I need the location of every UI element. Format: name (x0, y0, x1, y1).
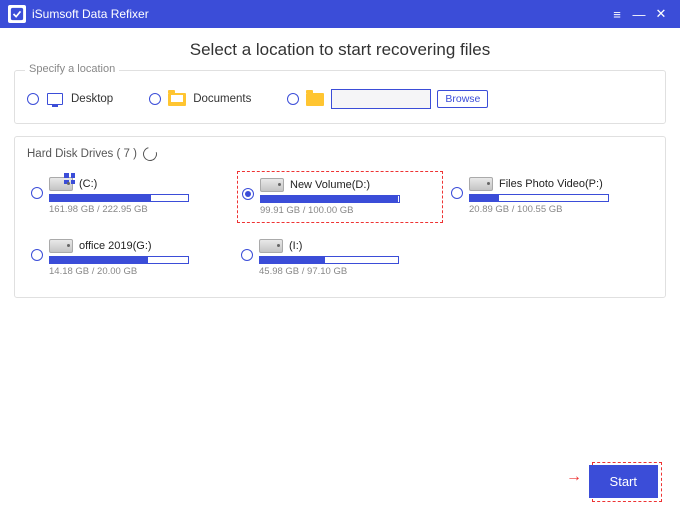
desktop-label: Desktop (71, 93, 113, 105)
drives-panel: Hard Disk Drives ( 7 ) (C:) 161.98 GB / … (14, 136, 666, 298)
titlebar: iSumsoft Data Refixer ≡ — ✕ (0, 0, 680, 28)
radio-icon (31, 249, 43, 261)
capacity-bar (260, 195, 400, 203)
drive-item[interactable]: office 2019(G:) 14.18 GB / 20.00 GB (27, 233, 233, 283)
drive-item[interactable]: New Volume(D:) 99.91 GB / 100.00 GB (237, 171, 443, 223)
monitor-icon (45, 91, 65, 107)
drive-item[interactable]: (I:) 45.98 GB / 97.10 GB (237, 233, 443, 283)
drive-size: 14.18 GB / 20.00 GB (49, 266, 229, 277)
drive-name: (C:) (79, 178, 97, 190)
start-button[interactable]: Start (589, 465, 658, 498)
capacity-bar (469, 194, 609, 202)
radio-icon (149, 93, 161, 105)
location-panel: Specify a location Desktop Documents Bro… (14, 70, 666, 124)
drive-name: office 2019(G:) (79, 240, 152, 252)
location-custom[interactable]: Browse (287, 89, 488, 109)
drive-name: Files Photo Video(P:) (499, 178, 603, 190)
radio-icon (31, 187, 43, 199)
drive-item[interactable]: Files Photo Video(P:) 20.89 GB / 100.55 … (447, 171, 653, 223)
refresh-icon[interactable] (140, 144, 159, 163)
radio-icon (242, 188, 254, 200)
radio-icon (241, 249, 253, 261)
location-legend: Specify a location (25, 63, 119, 75)
hdd-icon (259, 239, 283, 253)
drive-name: (I:) (289, 240, 302, 252)
drives-heading: Hard Disk Drives ( 7 ) (27, 148, 137, 160)
hdd-icon (49, 239, 73, 253)
documents-label: Documents (193, 93, 251, 105)
radio-icon (451, 187, 463, 199)
hdd-icon (260, 178, 284, 192)
radio-icon (27, 93, 39, 105)
hdd-icon (49, 177, 73, 191)
location-documents[interactable]: Documents (149, 91, 251, 107)
app-title: iSumsoft Data Refixer (32, 7, 149, 21)
capacity-bar (259, 256, 399, 264)
folder-icon (305, 91, 325, 107)
app-logo-icon (8, 5, 26, 23)
location-desktop[interactable]: Desktop (27, 91, 113, 107)
drive-size: 20.89 GB / 100.55 GB (469, 204, 649, 215)
drive-size: 99.91 GB / 100.00 GB (260, 205, 438, 216)
annotation-arrow-icon: → (566, 468, 582, 486)
hdd-icon (469, 177, 493, 191)
browse-button[interactable]: Browse (437, 90, 488, 108)
close-icon[interactable]: ✕ (650, 6, 672, 22)
drive-item[interactable]: (C:) 161.98 GB / 222.95 GB (27, 171, 233, 223)
minimize-icon[interactable]: — (628, 7, 650, 22)
drive-name: New Volume(D:) (290, 179, 370, 191)
capacity-bar (49, 256, 189, 264)
drive-size: 45.98 GB / 97.10 GB (259, 266, 439, 277)
menu-icon[interactable]: ≡ (606, 7, 628, 22)
drive-size: 161.98 GB / 222.95 GB (49, 204, 229, 215)
path-input[interactable] (331, 89, 431, 109)
capacity-bar (49, 194, 189, 202)
folder-documents-icon (167, 91, 187, 107)
radio-icon (287, 93, 299, 105)
windows-icon (64, 173, 75, 184)
